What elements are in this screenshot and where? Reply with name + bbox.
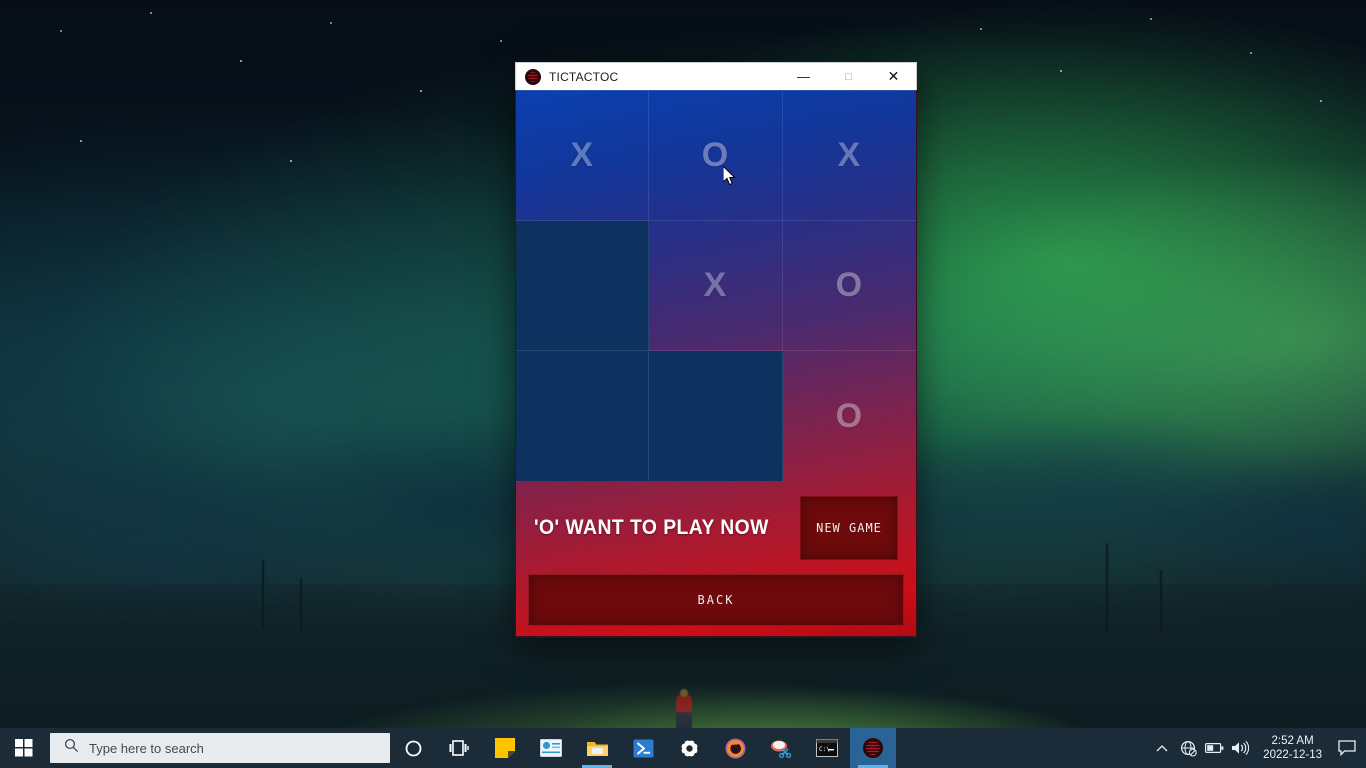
clock-time: 2:52 AM bbox=[1271, 735, 1314, 747]
folder-icon bbox=[586, 741, 608, 756]
back-button[interactable]: BACK bbox=[528, 574, 904, 626]
mail-icon bbox=[540, 739, 562, 757]
board-cell-middle-left[interactable] bbox=[516, 221, 650, 351]
notification-icon bbox=[1338, 740, 1356, 756]
snipping-tool-icon bbox=[771, 740, 792, 758]
window-titlebar[interactable]: TICTACTOC — □ ✕ bbox=[515, 62, 917, 90]
board-cell-bottom-right[interactable]: O bbox=[783, 351, 916, 481]
music-player-icon bbox=[725, 738, 745, 758]
taskbar-app-command-prompt[interactable]: C:\ bbox=[804, 728, 850, 768]
mouse-cursor bbox=[723, 166, 736, 186]
tictactoc-window[interactable]: TICTACTOC — □ ✕ X O X X O O 'O' WANT TO … bbox=[515, 62, 917, 638]
cell-mark: X bbox=[837, 136, 862, 174]
wallpaper-tree bbox=[300, 577, 302, 630]
window-title: TICTACTOC bbox=[549, 69, 619, 84]
taskbar-app-cortana[interactable] bbox=[390, 728, 436, 768]
game-board[interactable]: X O X X O O bbox=[516, 90, 916, 481]
wallpaper-tree bbox=[1160, 569, 1162, 630]
taskbar-app-settings[interactable] bbox=[666, 728, 712, 768]
maximize-button[interactable]: □ bbox=[826, 63, 871, 90]
show-hidden-icons-button[interactable] bbox=[1149, 728, 1175, 768]
taskbar[interactable]: Type here to search C:\ 2:52 AM 2022-12-… bbox=[0, 728, 1366, 768]
game-body: X O X X O O 'O' WANT TO PLAY NOW NEW GAM… bbox=[515, 90, 917, 637]
close-button[interactable]: ✕ bbox=[871, 63, 916, 90]
status-strip: 'O' WANT TO PLAY NOW NEW GAME bbox=[516, 481, 916, 574]
windows-logo-icon bbox=[15, 739, 33, 757]
taskbar-app-sticky-notes[interactable] bbox=[482, 728, 528, 768]
turn-status-text: 'O' WANT TO PLAY NOW bbox=[534, 515, 769, 539]
clock[interactable]: 2:52 AM 2022-12-13 bbox=[1253, 728, 1332, 768]
chevron-up-icon bbox=[1156, 744, 1168, 751]
search-icon bbox=[64, 738, 79, 758]
board-cell-middle-right[interactable]: O bbox=[782, 221, 916, 351]
cell-mark: O bbox=[835, 396, 864, 435]
volume-icon[interactable] bbox=[1227, 728, 1253, 768]
app-logo-icon bbox=[863, 738, 883, 758]
action-center-button[interactable] bbox=[1332, 728, 1362, 768]
sticky-notes-icon bbox=[495, 738, 515, 758]
taskbar-app-file-explorer[interactable] bbox=[574, 728, 620, 768]
taskbar-app-snipping-tool[interactable] bbox=[758, 728, 804, 768]
powershell-icon bbox=[633, 739, 653, 757]
clock-date: 2022-12-13 bbox=[1263, 749, 1322, 761]
board-cell-top-center[interactable]: O bbox=[649, 91, 783, 221]
cell-mark: O bbox=[835, 266, 864, 304]
taskbar-app-music-player[interactable] bbox=[712, 728, 758, 768]
board-cell-top-left[interactable]: X bbox=[516, 91, 650, 221]
taskbar-app-mail[interactable] bbox=[528, 728, 574, 768]
board-cell-bottom-center[interactable] bbox=[649, 351, 783, 481]
cell-mark: X bbox=[570, 136, 594, 174]
command-prompt-icon: C:\ bbox=[816, 739, 838, 757]
minimize-button[interactable]: — bbox=[781, 63, 826, 90]
cell-mark: X bbox=[703, 266, 728, 304]
app-logo-icon bbox=[525, 68, 541, 85]
start-button[interactable] bbox=[0, 728, 48, 768]
search-input[interactable]: Type here to search bbox=[50, 733, 390, 763]
board-cell-top-right[interactable]: X bbox=[782, 91, 916, 221]
new-game-button[interactable]: NEW GAME bbox=[800, 495, 898, 560]
task-view-icon bbox=[449, 740, 469, 756]
battery-icon[interactable] bbox=[1201, 728, 1227, 768]
search-placeholder: Type here to search bbox=[89, 740, 204, 756]
wallpaper-tree bbox=[262, 559, 264, 630]
board-cell-bottom-left[interactable] bbox=[516, 351, 650, 481]
board-cell-middle-center[interactable]: X bbox=[649, 221, 783, 351]
taskbar-app-tictactoc[interactable] bbox=[850, 728, 896, 768]
wallpaper-person bbox=[676, 689, 692, 732]
taskbar-app-powershell[interactable] bbox=[620, 728, 666, 768]
gear-icon bbox=[678, 737, 700, 759]
wallpaper-tree bbox=[1106, 543, 1108, 630]
network-icon[interactable] bbox=[1175, 728, 1201, 768]
taskbar-app-task-view[interactable] bbox=[436, 728, 482, 768]
system-tray[interactable]: 2:52 AM 2022-12-13 bbox=[1149, 728, 1366, 768]
cortana-icon bbox=[405, 740, 421, 756]
